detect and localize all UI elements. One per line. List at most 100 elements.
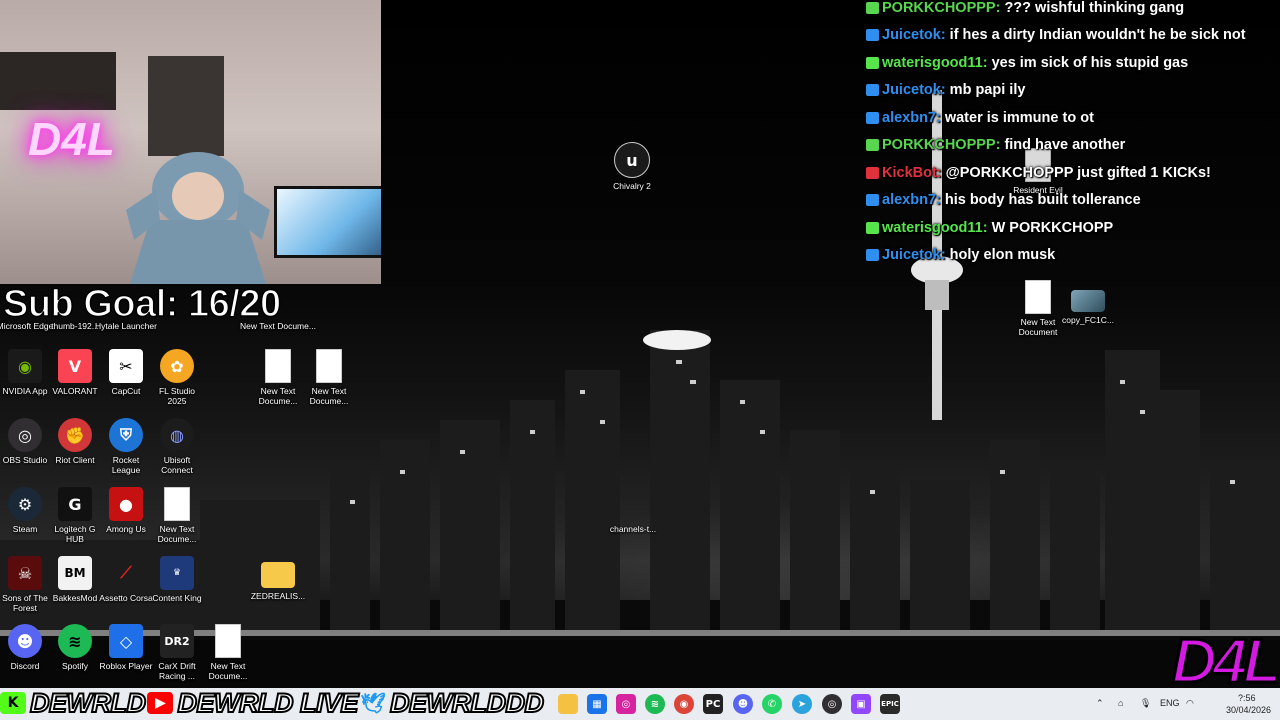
clock-date[interactable]: 30/04/2026	[1226, 705, 1271, 715]
carx-icon: DR2	[160, 624, 194, 658]
file-explorer-icon[interactable]	[558, 694, 578, 714]
chat-message-text: his body has built tollerance	[944, 192, 1141, 209]
icon-label: Logitech G HUB	[54, 524, 96, 544]
chat-message: Juicetok: holy elon musk	[866, 242, 1280, 270]
kick-handle: K DEWRLD	[0, 687, 147, 719]
chat-badge-icon	[866, 139, 879, 152]
image-thumbnail-icon	[1071, 290, 1105, 312]
desktop-icon-image-file[interactable]: copy_FC1C...	[1058, 290, 1118, 325]
d4l-logo: D4L	[1170, 626, 1280, 698]
neon-sign: D4L	[28, 113, 115, 165]
store-icon[interactable]: ▦	[587, 694, 607, 714]
wifi-icon[interactable]: ◠	[1186, 698, 1194, 709]
icon-label: VALORANT	[52, 386, 98, 396]
chat-message-text: mb papi ily	[949, 82, 1026, 99]
chat-overlay: PORKKCHOPPP:??? wishful thinking gang Jui…	[866, 0, 1280, 269]
icon-label: Spotify	[62, 661, 88, 671]
whatsapp-icon[interactable]: ✆	[762, 694, 782, 714]
youtube-handle-text: DEWRLD LIVE	[176, 687, 359, 719]
riot-icon: ✊	[58, 418, 92, 452]
goose-poster	[148, 56, 224, 156]
chat-username: alexbn7:	[882, 192, 941, 209]
epic-games-icon[interactable]: EPIC	[880, 694, 900, 714]
desktop-icon-ubisoft[interactable]: ◍ Ubisoft Connect	[147, 418, 207, 475]
spotify-taskbar-icon[interactable]: ≋	[645, 694, 665, 714]
icon-label: Steam	[12, 524, 38, 534]
nvidia-icon: ◉	[8, 349, 42, 383]
chat-message-text: find have another	[1004, 137, 1126, 154]
chat-badge-icon	[866, 29, 879, 42]
icon-label: Roblox Player	[99, 661, 153, 671]
sons-of-the-forest-icon: ☠	[8, 556, 42, 590]
desktop-icon-fl-studio[interactable]: ✿ FL Studio 2025	[147, 349, 207, 406]
roblox-icon: ◇	[109, 624, 143, 658]
desktop-icon-new-text-document[interactable]: New Text Docume...	[147, 487, 207, 544]
folder-icon	[261, 562, 295, 588]
chat-badge-icon	[866, 166, 879, 179]
icon-label: New Text Document	[1018, 317, 1058, 337]
icon-label: Riot Client	[55, 455, 95, 465]
icon-label: Among Us	[106, 524, 146, 534]
text-document-icon	[164, 487, 190, 521]
icon-label: New Text Docume...	[309, 386, 349, 406]
icon-label: CapCut	[111, 386, 141, 396]
fl-studio-icon: ✿	[160, 349, 194, 383]
desktop-icon-new-text-document[interactable]: New Text Docume...	[299, 349, 359, 406]
unreal-engine-icon: u	[614, 142, 650, 178]
obs-taskbar-icon[interactable]: ◎	[822, 694, 842, 714]
language-indicator[interactable]: ENG	[1160, 698, 1180, 708]
tray-overflow-chevron-icon[interactable]: ⌃	[1096, 698, 1104, 709]
icon-label: New Text Docume...	[258, 386, 298, 406]
icon-label: copy_FC1C...	[1062, 315, 1114, 325]
network-icon[interactable]: ⌂	[1118, 698, 1123, 708]
text-document-icon	[215, 624, 241, 658]
chrome-icon[interactable]: ◉	[674, 694, 694, 714]
youtube-icon: ▶	[147, 692, 174, 714]
icon-label: Assetto Corsa	[99, 593, 153, 603]
desktop-icon-hytale[interactable]: Hytale Launcher	[95, 318, 157, 331]
ubisoft-icon: ◍	[160, 418, 194, 452]
rocket-league-icon: ⛨	[109, 418, 143, 452]
icon-label: Sons of The Forest	[2, 593, 48, 613]
spotify-icon: ≋	[58, 624, 92, 658]
obs-icon: ◎	[8, 418, 42, 452]
clock-time[interactable]: ?:56	[1238, 693, 1256, 703]
chat-message: PORKKCHOPPP:??? wishful thinking gang	[866, 0, 1280, 22]
twitch-icon[interactable]: ▣	[851, 694, 871, 714]
icon-label: Ubisoft Connect	[161, 455, 193, 475]
icon-label: BakkesMod	[52, 593, 98, 603]
chat-message: KickBot: @PORKKCHOPPP just gifted 1 KICKs…	[866, 159, 1280, 187]
chat-badge-icon	[866, 194, 879, 207]
twitter-icon: 🕊	[360, 691, 386, 715]
chat-message: waterisgood11: W PORKKCHOPP	[866, 214, 1280, 242]
chat-message: Juicetok: mb papi ily	[866, 77, 1280, 105]
chat-message-text: ??? wishful thinking gang	[1004, 0, 1185, 16]
microphone-icon[interactable]: 🎙	[1140, 698, 1151, 709]
desktop-icon-chivalry-2[interactable]: u Chivalry 2	[602, 142, 662, 191]
icon-label: NVIDIA App	[2, 386, 48, 396]
telegram-icon[interactable]: ➤	[792, 694, 812, 714]
chat-badge-icon	[866, 249, 879, 262]
valorant-icon: V	[58, 349, 92, 383]
desktop-icon-new-text-document[interactable]: New Text Docume...	[240, 318, 316, 331]
desktop-icon-folder[interactable]: ZEDREALIS...	[248, 556, 308, 601]
icon-label: FL Studio 2025	[158, 386, 196, 406]
desktop-icon-content-king[interactable]: ♛ Content King	[147, 556, 207, 603]
chat-username: PORKKCHOPPP:	[882, 137, 1001, 154]
among-us-icon: ●	[109, 487, 143, 521]
chat-message-text: holy elon musk	[949, 247, 1056, 264]
icon-label: New Text Docume...	[240, 321, 316, 331]
desktop-icon-channels[interactable]: channels-t...	[603, 521, 663, 534]
youtube-handle: ▶ DEWRLD LIVE	[147, 687, 359, 719]
instagram-icon[interactable]: ◎	[616, 694, 636, 714]
wall-poster	[0, 52, 116, 110]
text-document-icon	[1025, 280, 1051, 314]
kick-handle-text: DEWRLD	[29, 687, 147, 719]
desktop-icon-new-text-document[interactable]: New Text Docume...	[198, 624, 258, 681]
logitech-icon: G	[58, 487, 92, 521]
icon-label: OBS Studio	[2, 455, 48, 465]
discord-taskbar-icon[interactable]: ☻	[733, 694, 753, 714]
chat-username: Juicetok:	[882, 82, 946, 99]
chat-message: Juicetok: if hes a dirty Indian wouldn't …	[866, 22, 1280, 50]
pc-app-icon[interactable]: PC	[703, 694, 723, 714]
